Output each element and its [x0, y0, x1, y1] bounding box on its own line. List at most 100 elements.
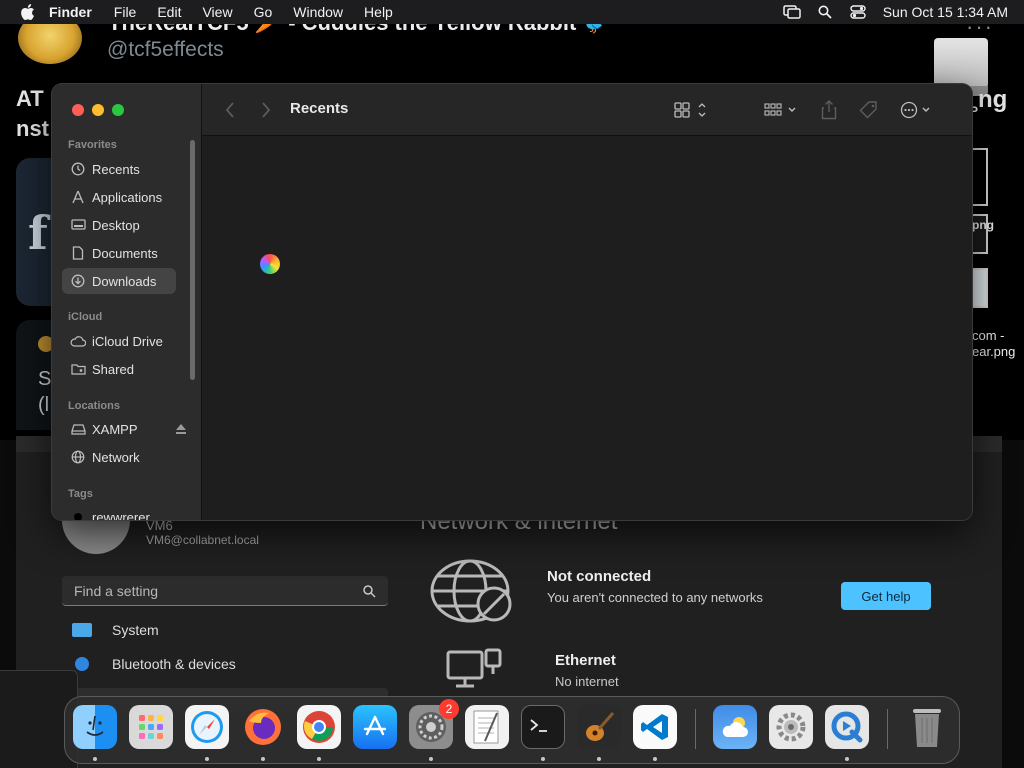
spinning-wait-cursor-icon — [260, 254, 280, 274]
globe-icon — [70, 449, 86, 465]
sidebar-item-desktop[interactable]: Desktop — [62, 212, 176, 238]
cloud-icon — [70, 333, 86, 349]
user-email: VM6@collabnet.local — [146, 533, 259, 547]
dock-weather[interactable] — [713, 705, 757, 749]
tag-icon — [859, 101, 877, 119]
running-indicator — [205, 757, 209, 761]
apple-icon[interactable] — [17, 2, 37, 22]
view-mode-button[interactable] — [672, 98, 710, 122]
facebook-logo: f — [28, 206, 48, 260]
bluetooth-icon — [75, 657, 89, 671]
guitar-icon — [586, 712, 615, 741]
get-help-button[interactable]: Get help — [841, 582, 931, 610]
sidebar-item-recents[interactable]: Recents — [62, 156, 176, 182]
avatar — [62, 518, 130, 554]
share-button[interactable] — [818, 98, 840, 122]
sidebar-item-downloads[interactable]: Downloads — [62, 268, 176, 294]
menu-edit[interactable]: Edit — [157, 4, 181, 20]
dock-finder[interactable] — [73, 705, 117, 749]
control-center-icon[interactable] — [848, 2, 868, 22]
disk-drive-icon[interactable] — [934, 38, 988, 96]
menu-window[interactable]: Window — [293, 4, 343, 20]
sidebar-item-applications[interactable]: Applications — [62, 184, 176, 210]
more-actions-button[interactable] — [898, 98, 936, 122]
monitor-icon — [72, 623, 92, 637]
screen-mirroring-icon[interactable] — [782, 2, 802, 22]
desktop-icon — [70, 217, 86, 233]
dock-vscode[interactable] — [633, 705, 677, 749]
tweet-text-fragment: S — [38, 368, 52, 390]
quicktime-icon — [831, 711, 863, 743]
menu-bar: Finder File Edit View Go Window Help Sun… — [0, 0, 1024, 24]
sidebar-section-icloud: iCloud — [68, 311, 103, 323]
sidebar-item-network[interactable]: Network — [62, 444, 176, 470]
nav-item-system[interactable]: System — [72, 622, 159, 638]
notification-badge: 2 — [439, 699, 459, 719]
eject-icon[interactable] — [174, 422, 188, 436]
nav-item-bluetooth[interactable]: Bluetooth & devices — [72, 656, 236, 672]
running-indicator — [845, 757, 849, 761]
tweet-text-fragment: (l — [38, 394, 50, 416]
dock-safari[interactable] — [185, 705, 229, 749]
sidebar-item-documents[interactable]: Documents — [62, 240, 176, 266]
back-button[interactable] — [222, 100, 238, 120]
dock-system-preferences-2[interactable] — [769, 705, 813, 749]
close-button[interactable] — [72, 104, 84, 116]
running-indicator — [317, 757, 321, 761]
menu-view[interactable]: View — [202, 4, 232, 20]
sidebar-item-shared[interactable]: Shared — [62, 356, 176, 382]
share-icon — [821, 100, 837, 120]
search-input[interactable]: Find a setting — [62, 576, 388, 606]
sidebar-scrollbar[interactable] — [190, 140, 195, 380]
search-placeholder: Find a setting — [74, 583, 159, 599]
dock-system-preferences[interactable]: 2 — [409, 699, 459, 749]
dock-quicktime[interactable] — [825, 705, 869, 749]
dock-trash[interactable] — [905, 705, 949, 749]
file-thumbnail[interactable] — [970, 148, 988, 206]
sidebar-item-label: Applications — [92, 189, 163, 205]
network-status-title: Not connected — [547, 568, 652, 585]
spotlight-search-icon[interactable] — [815, 2, 835, 22]
finder-content-area[interactable] — [202, 136, 972, 520]
group-by-button[interactable] — [762, 98, 800, 122]
running-indicator — [261, 757, 265, 761]
applications-icon — [70, 189, 86, 205]
trash-icon — [913, 709, 941, 747]
chevron-left-icon — [225, 102, 234, 118]
ethernet-icon — [446, 648, 502, 688]
chrome-icon — [303, 711, 335, 743]
dock-garageband[interactable] — [577, 705, 621, 749]
menu-bar-status-area: Sun Oct 15 1:34 AM — [769, 0, 1008, 24]
shared-folder-icon — [70, 361, 86, 377]
menu-app-finder[interactable]: Finder — [49, 4, 92, 20]
dock-textedit[interactable] — [465, 705, 509, 749]
zoom-button[interactable] — [112, 104, 124, 116]
sidebar-item-icloud-drive[interactable]: iCloud Drive — [62, 328, 176, 354]
menu-go[interactable]: Go — [254, 4, 273, 20]
ethernet-title[interactable]: Ethernet — [555, 652, 616, 669]
dock-terminal[interactable] — [521, 705, 565, 749]
dock-chrome[interactable] — [297, 705, 341, 749]
running-indicator — [429, 757, 433, 761]
window-controls — [72, 104, 124, 116]
chevron-right-icon — [262, 102, 271, 118]
dock-firefox[interactable] — [241, 705, 285, 749]
sidebar-item-xampp[interactable]: XAMPP — [62, 416, 186, 442]
sidebar-section-favorites: Favorites — [68, 139, 117, 151]
sidebar-item-tag[interactable]: rewwrerer — [62, 504, 176, 520]
dock-app-store[interactable] — [353, 705, 397, 749]
finder-toolbar: Recents — [202, 84, 972, 136]
minimize-button[interactable] — [92, 104, 104, 116]
file-thumbnail[interactable] — [970, 268, 988, 308]
finder-face-icon — [86, 715, 104, 736]
network-status-subtitle: You aren't connected to any networks — [547, 590, 763, 605]
tags-button[interactable] — [858, 98, 880, 122]
running-indicator — [93, 757, 97, 761]
menu-help[interactable]: Help — [364, 4, 393, 20]
dock-launchpad[interactable] — [129, 705, 173, 749]
forward-button[interactable] — [258, 100, 274, 120]
menu-bar-clock[interactable]: Sun Oct 15 1:34 AM — [883, 4, 1008, 20]
menu-file[interactable]: File — [114, 4, 137, 20]
dock-separator — [887, 709, 888, 749]
textedit-icon — [473, 710, 499, 744]
